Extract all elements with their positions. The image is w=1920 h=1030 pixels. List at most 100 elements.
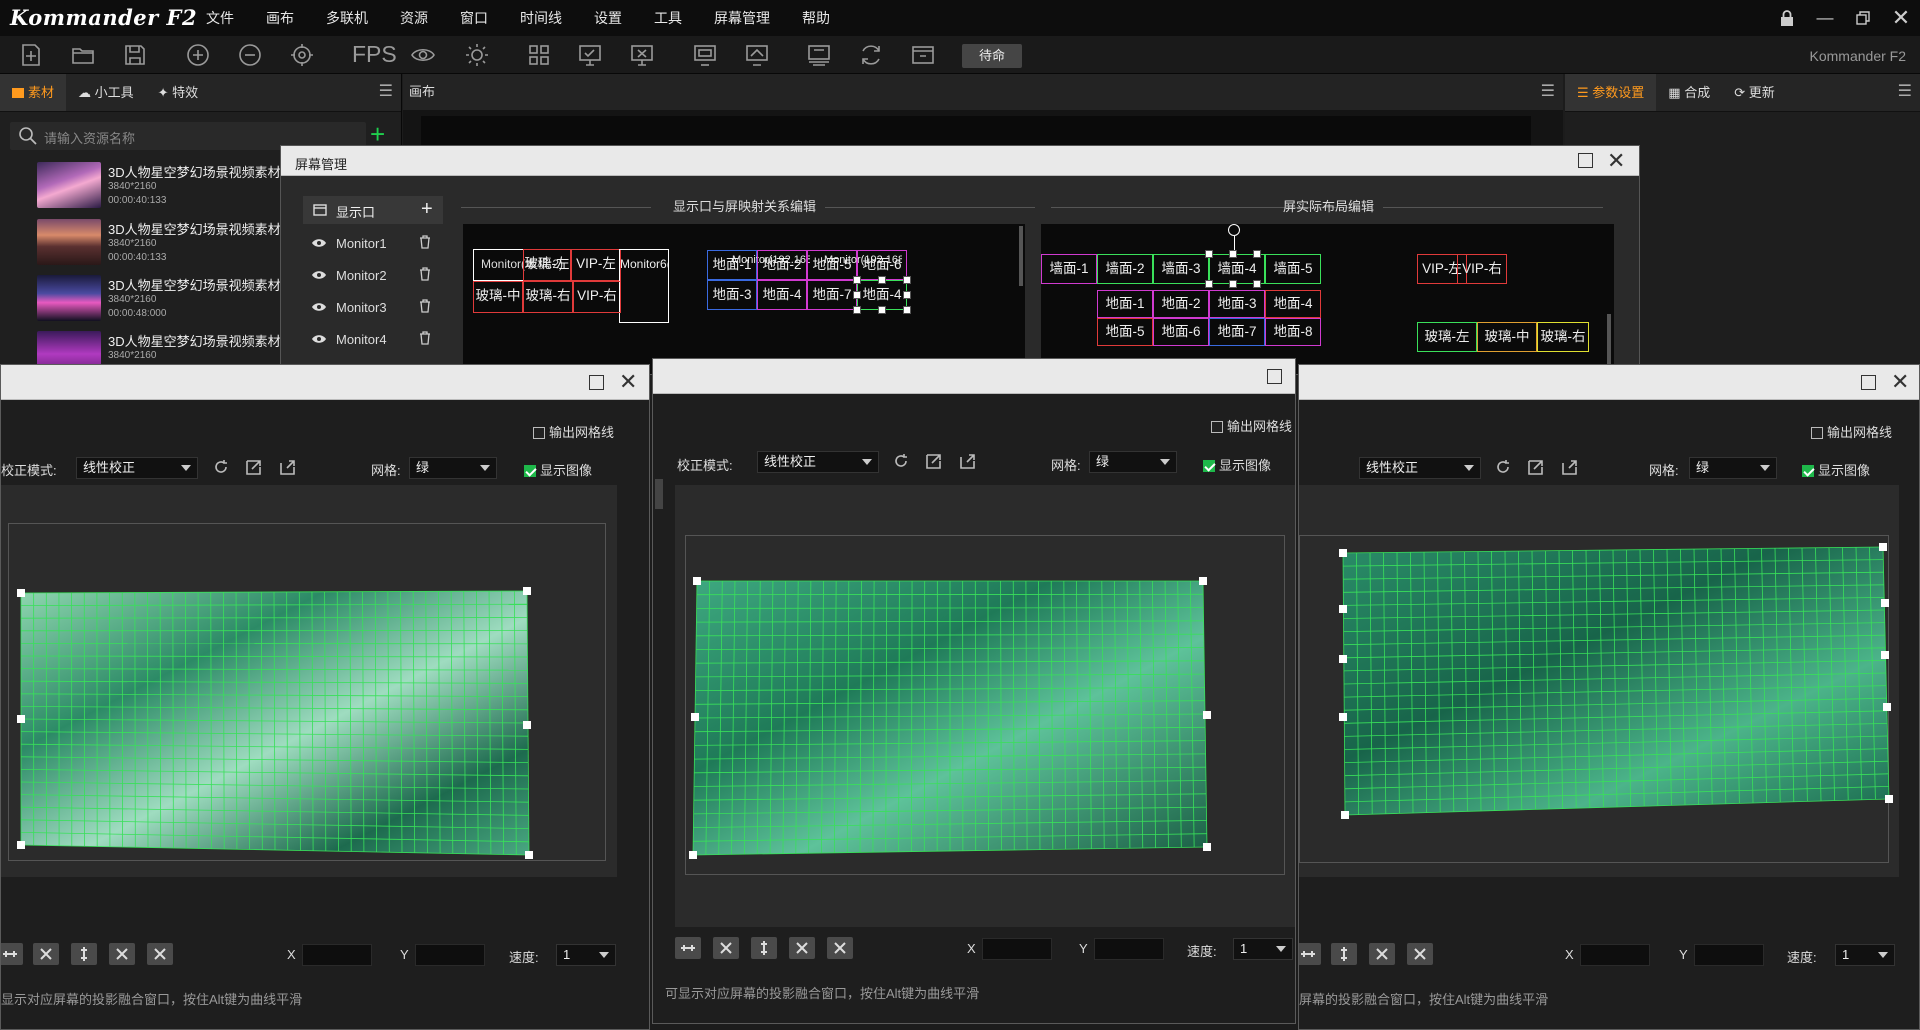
resize-handle[interactable] [1229,250,1237,258]
mapping-cell[interactable]: VIP-右 [573,281,621,313]
maximize-button[interactable] [589,375,604,390]
maximize-button[interactable] [1578,153,1593,168]
layout-cell[interactable]: 玻璃-右 [1537,322,1589,352]
tab-params[interactable]: ☰ 参数设置 [1565,74,1657,111]
monitor-check-icon[interactable] [575,40,605,70]
grid-layout-icon[interactable] [524,40,554,70]
close-button[interactable]: ✕ [1882,0,1920,36]
export-icon[interactable] [1560,457,1580,477]
layout-cell[interactable]: 地面-1 [1097,290,1153,318]
menu-settings[interactable]: 设置 [578,0,638,36]
speed-select[interactable]: 1 [556,944,616,966]
layout-cell[interactable]: 地面-4 [1265,290,1321,318]
zoom-out-icon[interactable] [235,40,265,70]
resize-handle[interactable] [903,276,911,284]
scrollbar[interactable] [655,479,663,509]
mode-select[interactable]: 线性校正 [757,451,879,473]
warp-grid[interactable] [1,485,617,877]
trash-icon[interactable] [419,331,431,345]
reset-icon[interactable] [1493,457,1513,477]
monitor-row[interactable]: Monitor2 [303,260,443,290]
flip-vertical-icon[interactable] [1331,943,1357,965]
projector-icon[interactable] [742,40,772,70]
layout-cell[interactable]: 地面-5 [1097,318,1153,346]
flip-horizontal-icon[interactable] [1299,943,1321,965]
warp-canvas[interactable] [1299,485,1899,877]
mapping-editor[interactable]: Monitor(本机:2) 玻璃-左 VIP-左 Monitor6(本机:3) … [463,224,1025,374]
eye-icon[interactable] [311,334,327,344]
layout-cell[interactable]: 地面-3 [1209,290,1265,318]
save-icon[interactable] [120,40,150,70]
tab-widgets[interactable]: ☁ 小工具 [66,74,146,111]
resize-handle[interactable] [878,276,886,284]
close-button[interactable]: ✕ [619,368,637,396]
standby-button[interactable]: 待命 [962,44,1022,68]
resize-handle[interactable] [903,306,911,314]
output-grid-checkbox[interactable]: 输出网格线 [1811,422,1892,441]
show-image-checkbox[interactable]: 显示图像 [524,460,592,479]
monitor-row[interactable]: Monitor4 [303,324,443,354]
grid-color-select[interactable]: 绿 [409,457,497,479]
layout-cell[interactable]: 地面-2 [1153,290,1209,318]
y-input[interactable] [1094,938,1164,960]
close-button[interactable]: ✕ [1607,147,1625,175]
monitor-row[interactable]: Monitor3 [303,292,443,322]
grid-color-select[interactable]: 绿 [1689,457,1777,479]
reset-icon[interactable] [891,451,911,471]
import-icon[interactable] [924,451,944,471]
menu-tools[interactable]: 工具 [638,0,698,36]
menu-screen-mgmt[interactable]: 屏幕管理 [698,0,786,36]
clear-icon[interactable] [789,937,815,959]
mapping-cell[interactable]: 玻璃-左 [523,249,571,281]
target-icon[interactable] [287,40,317,70]
layout-cell[interactable]: 墙面-1 [1041,254,1097,284]
mapping-cell[interactable]: 玻璃-右 [523,281,573,313]
output-grid-checkbox[interactable]: 输出网格线 [1211,416,1292,435]
properties-menu-icon[interactable]: ☰ [1898,74,1912,110]
rotate-handle[interactable] [1228,224,1240,236]
clear-icon[interactable] [1407,943,1433,965]
mode-select[interactable]: 线性校正 [1359,457,1481,479]
menu-help[interactable]: 帮助 [786,0,846,36]
show-image-checkbox[interactable]: 显示图像 [1203,455,1271,474]
canvas-menu-icon[interactable]: ☰ [1541,74,1555,110]
brightness-icon[interactable] [462,40,492,70]
resize-handle[interactable] [1205,280,1213,288]
layout-cell[interactable]: 地面-7 [1209,318,1265,346]
open-folder-icon[interactable] [68,40,98,70]
layout-cell[interactable]: 地面-8 [1265,318,1321,346]
scrollbar[interactable] [1607,314,1611,364]
menu-canvas[interactable]: 画布 [250,0,310,36]
resize-handle[interactable] [1229,280,1237,288]
clear-icon[interactable] [827,937,853,959]
layout-cell[interactable]: VIP-右 [1457,254,1507,284]
resize-handle[interactable] [1253,280,1261,288]
monitor-close-icon[interactable] [627,40,657,70]
layout-cell[interactable]: 玻璃-中 [1477,322,1537,352]
clear-icon[interactable] [33,943,59,965]
tab-compose[interactable]: ▦ 合成 [1656,74,1722,111]
clear-icon[interactable] [1369,943,1395,965]
speed-select[interactable]: 1 [1835,944,1895,966]
layout-editor[interactable]: 墙面-1 墙面-2 墙面-3 墙面-4 墙面-5 地面-1 地面-2 地面-3 … [1041,224,1614,374]
grid-color-select[interactable]: 绿 [1089,451,1177,473]
trash-icon[interactable] [419,267,431,281]
window-icon[interactable] [908,40,938,70]
eye-icon[interactable] [311,238,327,248]
minimize-button[interactable]: — [1806,0,1844,36]
maximize-button[interactable] [1267,369,1282,384]
menu-multi[interactable]: 多联机 [310,0,384,36]
mode-select[interactable]: 线性校正 [76,457,198,479]
resize-handle[interactable] [853,291,861,299]
trash-icon[interactable] [419,235,431,249]
import-icon[interactable] [244,457,264,477]
layout-cell[interactable]: 墙面-5 [1265,254,1321,284]
timeline-icon[interactable] [804,40,834,70]
speed-select[interactable]: 1 [1233,938,1293,960]
eye-icon[interactable] [408,40,438,70]
menu-timeline[interactable]: 时间线 [504,0,578,36]
mapping-cell[interactable]: 地面-7 [807,280,857,310]
monitor-row[interactable]: Monitor1 [303,228,443,258]
warp-grid[interactable] [675,485,1295,927]
trash-icon[interactable] [419,299,431,313]
